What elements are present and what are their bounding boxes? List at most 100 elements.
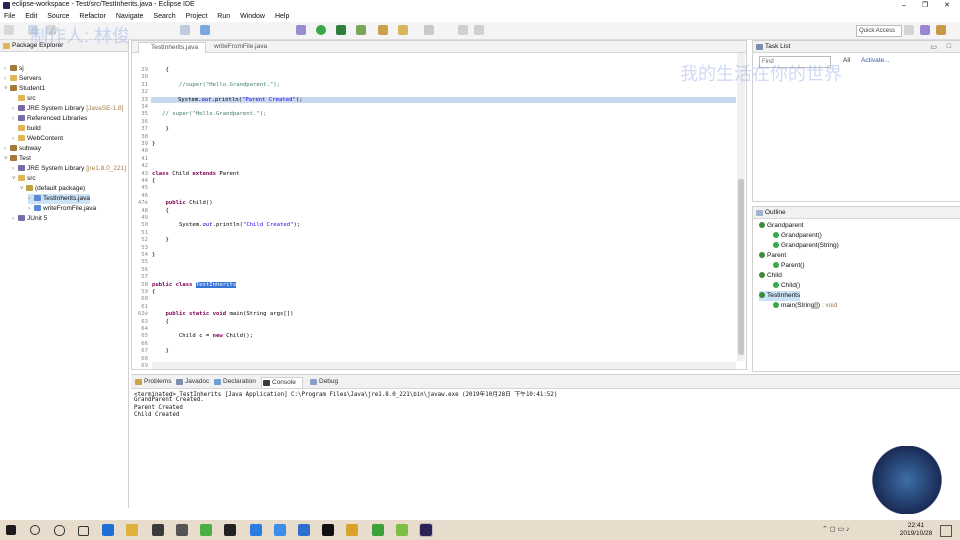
external-tools-icon[interactable]: [356, 25, 366, 35]
start-icon[interactable]: [6, 525, 16, 535]
task-activate-link[interactable]: Activate...: [861, 57, 890, 64]
code-line[interactable]: }: [152, 237, 168, 243]
menu-search[interactable]: Search: [153, 11, 175, 22]
maximize-view-icon[interactable]: □: [947, 43, 951, 50]
code-line[interactable]: //super("Hello.Grandparent.");: [152, 82, 280, 88]
refresh-icon[interactable]: [200, 25, 210, 35]
app-icon-5[interactable]: [372, 524, 384, 536]
tab-console[interactable]: Console: [261, 377, 303, 388]
tree-item[interactable]: › JUnit 5: [12, 214, 47, 224]
tree-item[interactable]: › Referenced Libraries: [12, 114, 87, 124]
debug-icon[interactable]: [180, 25, 190, 35]
forward-icon[interactable]: [474, 25, 484, 35]
task-list-tab[interactable]: Task List: [765, 43, 790, 50]
back-icon[interactable]: [458, 25, 468, 35]
outline-item[interactable]: Grandparent(): [773, 231, 822, 241]
wechat-icon[interactable]: [200, 524, 212, 536]
tab-problems[interactable]: Problems: [134, 377, 171, 387]
code-line[interactable]: }: [152, 141, 155, 147]
tree-item[interactable]: › Servers: [4, 74, 41, 84]
notification-icon[interactable]: [940, 525, 952, 537]
code-line[interactable]: public static void main(String args[]): [152, 311, 293, 317]
code-line[interactable]: {: [152, 67, 168, 73]
code-line[interactable]: Child c = new Child();: [152, 333, 253, 339]
browser-icon[interactable]: [250, 524, 262, 536]
mail-icon[interactable]: [176, 524, 188, 536]
menu-navigate[interactable]: Navigate: [116, 11, 144, 22]
maximize-button[interactable]: ❐: [914, 0, 936, 11]
open-type-icon[interactable]: [398, 25, 408, 35]
close-button[interactable]: ✕: [936, 0, 958, 11]
open-perspective-icon[interactable]: [904, 25, 914, 35]
task-view-icon[interactable]: [78, 526, 89, 536]
code-line[interactable]: System.out.println("Child Created");: [152, 222, 300, 228]
java-ee-perspective-icon[interactable]: [920, 25, 930, 35]
outline-item[interactable]: TestInherits: [759, 291, 801, 301]
menu-help[interactable]: Help: [275, 11, 289, 22]
editor-scroll-thumb[interactable]: [738, 179, 744, 355]
tree-item[interactable]: build: [12, 124, 41, 134]
menu-file[interactable]: File: [4, 11, 15, 22]
outline-item[interactable]: Grandparent(String): [773, 241, 839, 251]
outline-tab[interactable]: Outline: [765, 209, 786, 216]
cortana-icon[interactable]: [54, 525, 65, 536]
editor-horizontal-scrollbar[interactable]: [152, 362, 736, 369]
edge-icon[interactable]: [102, 524, 114, 536]
code-line[interactable]: }: [152, 252, 155, 258]
minimize-view-icon[interactable]: ▭: [930, 43, 937, 51]
outline-item[interactable]: Parent: [759, 251, 786, 261]
qq-icon[interactable]: [224, 524, 236, 536]
tab-debug[interactable]: Debug: [309, 377, 338, 387]
app-icon-3[interactable]: [322, 524, 334, 536]
code-line[interactable]: // super("Hello.Grandparent.");: [152, 111, 266, 117]
app-icon-1[interactable]: [274, 524, 286, 536]
tree-item[interactable]: › writeFromFile.java: [28, 204, 96, 214]
code-line[interactable]: public class TestInherits: [152, 281, 237, 288]
menu-run[interactable]: Run: [217, 11, 230, 22]
new-icon[interactable]: [4, 25, 14, 35]
store-icon[interactable]: [152, 524, 164, 536]
tray-icons[interactable]: ⌃ ◻ ▭ ♪: [822, 525, 850, 533]
menu-project[interactable]: Project: [186, 11, 208, 22]
editor-tab-testinherits[interactable]: TestInherits.java: [138, 42, 206, 53]
code-line[interactable]: {: [152, 319, 168, 325]
tree-item[interactable]: ˅ (default package): [20, 184, 85, 194]
outline-item[interactable]: Child: [759, 271, 782, 281]
run-icon[interactable]: [316, 25, 326, 35]
tree-item[interactable]: › WebContent: [12, 134, 63, 144]
minimize-button[interactable]: –: [893, 0, 915, 11]
new-class-icon[interactable]: [378, 25, 388, 35]
outline-item[interactable]: Child(): [773, 281, 800, 291]
menu-refactor[interactable]: Refactor: [79, 11, 105, 22]
clock[interactable]: 22:41 2019/10/28: [896, 522, 936, 538]
file-explorer-icon[interactable]: [126, 524, 138, 536]
quick-access-input[interactable]: Quick Access: [856, 25, 902, 37]
code-line[interactable]: }: [152, 126, 168, 132]
editor-tab-writefromfile[interactable]: writeFromFile.java: [202, 42, 267, 52]
search-toolbar-icon[interactable]: [424, 25, 434, 35]
tree-item[interactable]: › subway: [4, 144, 41, 154]
tree-item[interactable]: › JRE System Library [jre1.8.0_221]: [12, 164, 126, 174]
tab-declaration[interactable]: Declaration: [213, 377, 256, 387]
eclipse-taskbar-icon[interactable]: [419, 523, 433, 537]
app-icon-4[interactable]: [346, 524, 358, 536]
tree-item[interactable]: ˅ Student1: [4, 84, 45, 94]
toggle-breakpoint-icon[interactable]: [296, 25, 306, 35]
app-icon-2[interactable]: [298, 524, 310, 536]
tree-item[interactable]: ˅ src: [12, 174, 36, 184]
tree-item[interactable]: › sj: [4, 64, 24, 74]
task-filter-all[interactable]: All: [843, 57, 850, 64]
code-line[interactable]: }: [152, 348, 168, 354]
java-perspective-icon[interactable]: [936, 25, 946, 35]
coverage-icon[interactable]: [336, 25, 346, 35]
outline-item[interactable]: Parent(): [773, 261, 804, 271]
code-line[interactable]: class Child extends Parent: [152, 171, 240, 177]
outline-item[interactable]: Grandparent: [759, 221, 804, 231]
tree-item[interactable]: › JRE System Library [JavaSE-1.8]: [12, 104, 123, 114]
code-line[interactable]: public Child(): [152, 200, 212, 206]
editor-vertical-scrollbar[interactable]: [737, 53, 745, 361]
menu-edit[interactable]: Edit: [25, 11, 37, 22]
tab-javadoc[interactable]: Javadoc: [175, 377, 209, 387]
app-icon-6[interactable]: [396, 524, 408, 536]
code-line[interactable]: {: [152, 178, 155, 184]
